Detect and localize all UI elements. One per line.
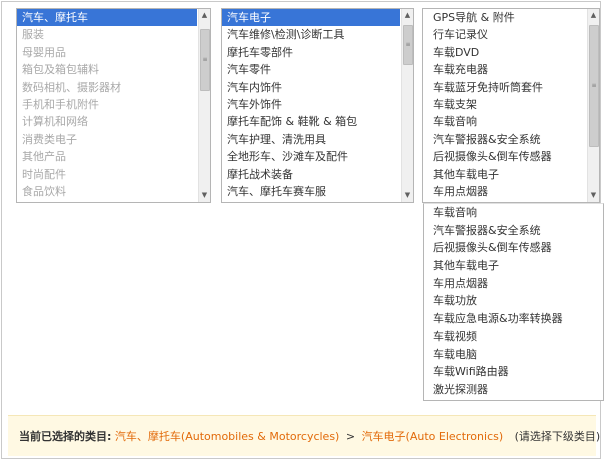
scroll-down-arrow-icon[interactable]: ▼ — [199, 189, 210, 202]
category-level2-item[interactable]: 汽车、摩托车赛车服 — [222, 183, 400, 200]
category-level1-item: 消费类电子 — [22, 132, 77, 146]
category-level3-item[interactable]: 车载支架 — [423, 96, 586, 113]
category-level2-item[interactable]: 汽车维修\检测\诊断工具 — [222, 26, 400, 43]
breadcrumb-level1-link[interactable]: 汽车、摩托车(Automobiles & Motorcycles) — [115, 430, 339, 443]
scroll-up-arrow-icon[interactable]: ▲ — [199, 9, 210, 22]
breadcrumb-separator: > — [345, 430, 356, 443]
category-level3-item[interactable]: 行车记录仪 — [423, 26, 586, 43]
category-level1-scrollbar[interactable]: ▲ ≡ ▼ — [198, 9, 210, 202]
category-level1-item: 手机和手机附件 — [22, 97, 99, 111]
dropdown-option[interactable]: 车载功放 — [424, 292, 603, 310]
dropdown-option[interactable]: 后视摄像头&倒车传感器 — [424, 239, 603, 257]
category-level3-item[interactable]: 汽车警报器&安全系统 — [423, 131, 586, 148]
category-level2-item[interactable]: 摩托车配饰 & 鞋靴 & 箱包 — [222, 113, 400, 130]
category-level2-item[interactable]: 摩托车零部件 — [222, 44, 400, 61]
dropdown-option[interactable]: 车载应急电源&功率转换器 — [424, 310, 603, 328]
category-level3-item[interactable]: 车载音响 — [423, 113, 586, 130]
scroll-thumb[interactable]: ≡ — [200, 29, 210, 91]
selected-category-bar: 当前已选择的类目: 汽车、摩托车(Automobiles & Motorcycl… — [8, 415, 600, 456]
scroll-grip-icon: ≡ — [405, 41, 411, 48]
scroll-down-arrow-icon[interactable]: ▼ — [402, 189, 413, 202]
category-level2-item[interactable]: 汽车电子 — [222, 9, 400, 27]
dropdown-option[interactable]: 车载视频 — [424, 328, 603, 346]
category-level2-item[interactable]: 汽车护理、清洗用具 — [222, 131, 400, 148]
category-level3-item[interactable]: 车载充电器 — [423, 61, 586, 78]
dropdown-option[interactable]: 车用点烟器 — [424, 275, 603, 293]
scroll-thumb[interactable]: ≡ — [589, 25, 599, 147]
category-level3-item[interactable]: 车载DVD — [423, 44, 586, 61]
category-level1-item: 其他产品 — [22, 150, 66, 164]
dropdown-option[interactable]: 其他车载电子 — [424, 257, 603, 275]
scroll-up-arrow-icon[interactable]: ▲ — [588, 9, 599, 22]
category-level1-item: 母婴用品 — [22, 45, 66, 59]
scroll-grip-icon: ≡ — [202, 56, 208, 63]
breadcrumb: 当前已选择的类目: 汽车、摩托车(Automobiles & Motorcycl… — [19, 428, 600, 444]
category-level1-item: 箱包及箱包辅料 — [22, 63, 99, 77]
dropdown-option[interactable]: 车载Wifi路由器 — [424, 363, 603, 381]
category-level1-item: 数码相机、摄影器材 — [22, 80, 121, 94]
category-level1-item: 服装 — [22, 28, 44, 42]
category-level2-item[interactable]: 汽车零件 — [222, 61, 400, 78]
category-level2-item[interactable]: 摩托战术装备 — [222, 166, 400, 183]
scroll-up-arrow-icon[interactable]: ▲ — [402, 9, 413, 22]
category-level1-item[interactable]: 汽车、摩托车 — [17, 9, 197, 27]
category-level3-item[interactable]: 车载蓝牙免持听筒套件 — [423, 79, 586, 96]
breadcrumb-level2-link[interactable]: 汽车电子(Auto Electronics) — [362, 430, 504, 443]
category-level1-list[interactable]: 汽车、摩托车 服装母婴用品箱包及箱包辅料数码相机、摄影器材 手机和手机附件 计算机和网… — [16, 8, 211, 203]
category-level3-dropdown[interactable]: 车载音响 汽车警报器&安全系统 后视摄像头&倒车传感器 其他车载电子 车用点烟器 车载功放… — [423, 203, 604, 401]
category-level3-list[interactable]: GPS导航 & 附件 行车记录仪 车载DVD 车载充电器 车载蓝牙免持听筒套件 车载支架车… — [422, 8, 600, 203]
category-level2-list[interactable]: 汽车电子 汽车维修\检测\诊断工具 摩托车零部件 汽车零件 汽车内饰件 汽车外饰件 摩托车配… — [221, 8, 414, 203]
category-level3-item[interactable]: 后视摄像头&倒车传感器 — [423, 148, 586, 165]
category-level1-item: 时尚配件 — [22, 167, 66, 181]
category-level3-item[interactable]: 其他车载电子 — [423, 166, 586, 183]
dropdown-option[interactable]: 车载音响 — [424, 204, 603, 222]
category-level3-item[interactable]: 车用点烟器 — [423, 183, 586, 200]
breadcrumb-hint: (请选择下级类目) — [514, 430, 601, 443]
category-level1-item: 食品饮料 — [22, 184, 66, 198]
dropdown-option[interactable]: 汽车警报器&安全系统 — [424, 222, 603, 240]
category-level3-item[interactable]: GPS导航 & 附件 — [423, 9, 586, 26]
category-level2-scrollbar[interactable]: ▲ ≡ ▼ — [401, 9, 413, 202]
scroll-down-arrow-icon[interactable]: ▼ — [588, 189, 599, 202]
breadcrumb-label: 当前已选择的类目: — [19, 430, 112, 443]
category-level1-item: 计算机和网络 — [22, 115, 88, 129]
category-level2-item[interactable]: 汽车外饰件 — [222, 96, 400, 113]
dropdown-option[interactable]: 车载电脑 — [424, 346, 603, 364]
category-level3-scrollbar[interactable]: ▲ ≡ ▼ — [587, 9, 599, 202]
category-level2-item[interactable]: 汽车内饰件 — [222, 79, 400, 96]
category-level2-item[interactable]: 全地形车、沙滩车及配件 — [222, 148, 400, 165]
scroll-thumb[interactable]: ≡ — [403, 25, 413, 65]
dropdown-option[interactable]: 激光探测器 — [424, 381, 603, 399]
scroll-grip-icon: ≡ — [591, 82, 597, 89]
category-selector-panel: 汽车、摩托车 服装母婴用品箱包及箱包辅料数码相机、摄影器材 手机和手机附件 计算机和网… — [1, 1, 604, 459]
